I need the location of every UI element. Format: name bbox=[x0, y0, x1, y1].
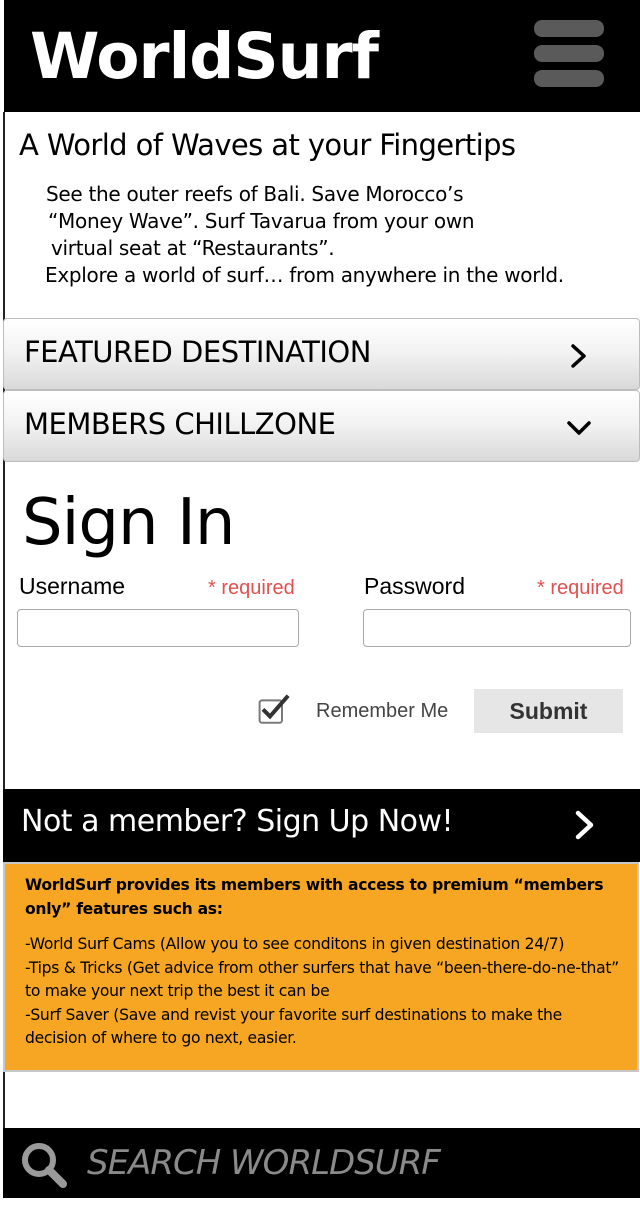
username-required-note: * required bbox=[208, 577, 295, 599]
chevron-down-icon bbox=[567, 421, 591, 435]
signup-label: Not a member? Sign Up Now! bbox=[21, 804, 454, 839]
featured-destination-label: FEATURED DESTINATION bbox=[24, 335, 371, 369]
signup-bar[interactable]: Not a member? Sign Up Now! bbox=[3, 789, 640, 862]
members-chillzone-bar[interactable]: MEMBERS CHILLZONE bbox=[3, 390, 640, 462]
username-input[interactable] bbox=[17, 609, 299, 647]
benefits-intro: WorldSurf provides its members with acce… bbox=[25, 876, 604, 918]
submit-button[interactable]: Submit bbox=[474, 689, 623, 733]
benefit-item: -Surf Saver (Save and revist your favori… bbox=[25, 1005, 562, 1048]
hamburger-menu-icon[interactable] bbox=[534, 20, 604, 90]
username-label: Username bbox=[19, 573, 126, 599]
member-benefits-panel: WorldSurf provides its members with acce… bbox=[3, 862, 639, 1072]
app-logo[interactable]: WorldSurf bbox=[30, 12, 379, 102]
search-bar bbox=[3, 1128, 640, 1198]
intro-line-2: “Money Wave”. Surf Tavarua from your own bbox=[48, 209, 475, 233]
intro-line-3: virtual seat at “Restaurants”. bbox=[51, 236, 335, 260]
page-tagline: A World of Waves at your Fingertips bbox=[19, 128, 516, 162]
members-chillzone-label: MEMBERS CHILLZONE bbox=[24, 407, 336, 441]
app-header: WorldSurf bbox=[4, 0, 640, 112]
chevron-right-icon bbox=[571, 344, 586, 368]
remember-me-checkbox[interactable] bbox=[258, 694, 290, 726]
benefit-item: -Tips & Tricks (Get advice from other su… bbox=[25, 958, 619, 1001]
password-label: Password bbox=[364, 573, 465, 599]
search-icon[interactable] bbox=[19, 1140, 73, 1188]
chevron-right-icon bbox=[575, 810, 594, 840]
featured-destination-bar[interactable]: FEATURED DESTINATION bbox=[3, 318, 640, 390]
remember-me-label[interactable]: Remember Me bbox=[316, 700, 448, 723]
intro-line-1: See the outer reefs of Bali. Save Morocc… bbox=[46, 182, 464, 206]
search-input[interactable] bbox=[87, 1138, 617, 1188]
password-input[interactable] bbox=[363, 609, 631, 647]
signin-title: Sign In bbox=[22, 486, 235, 560]
password-required-note: * required bbox=[537, 577, 624, 599]
benefit-item: -World Surf Cams (Allow you to see condi… bbox=[25, 935, 565, 953]
intro-line-4: Explore a world of surf… from anywhere i… bbox=[45, 263, 564, 287]
